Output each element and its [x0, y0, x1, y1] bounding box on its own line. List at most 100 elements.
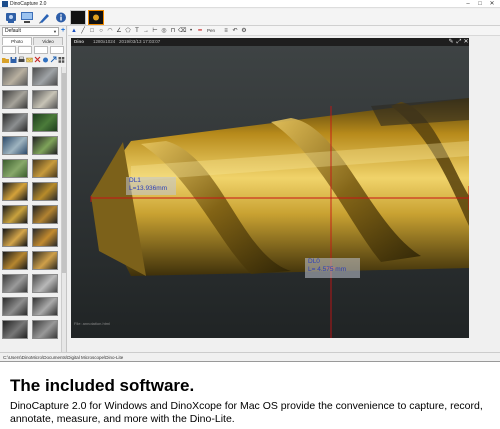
- measurement-label-dl1[interactable]: DL1 L=13.936mm: [126, 176, 170, 194]
- thumbnail-image: [33, 206, 57, 223]
- live-view-button[interactable]: [70, 10, 86, 25]
- measurement-name: DL1: [129, 177, 141, 184]
- circle-radius-tool-icon[interactable]: ◎: [160, 27, 168, 35]
- thumbnail-item[interactable]: [32, 251, 58, 270]
- thumbnail-item[interactable]: [32, 90, 58, 109]
- right-margin: [470, 37, 500, 353]
- tab-photo[interactable]: Photo: [2, 37, 32, 45]
- delete-icon[interactable]: [34, 56, 41, 64]
- brightness-tool-button[interactable]: [88, 10, 104, 25]
- image-caption: File: annotation.html: [74, 321, 111, 326]
- circle-tool-icon[interactable]: ○: [97, 27, 105, 35]
- angle-tool-icon[interactable]: ∠: [115, 27, 123, 35]
- text-tool-icon[interactable]: T: [133, 27, 141, 35]
- thumbnail-item[interactable]: [32, 205, 58, 224]
- open-icon[interactable]: [42, 56, 49, 64]
- eraser-tool-icon[interactable]: ⌫: [178, 27, 186, 35]
- filter-field[interactable]: [18, 46, 32, 54]
- timestamp-label: 2019/03/13 17:03:07: [119, 39, 161, 44]
- thumbnail-item[interactable]: [2, 159, 28, 178]
- caliper-tool-icon[interactable]: ⊓: [169, 27, 177, 35]
- thumbnail-image: [33, 68, 57, 85]
- thumbnail-item[interactable]: [32, 113, 58, 132]
- media-tabs: Photo Video: [2, 37, 65, 45]
- arrow-tool-icon[interactable]: →: [142, 27, 150, 35]
- email-icon[interactable]: [26, 56, 33, 64]
- camera-icon[interactable]: [4, 11, 18, 24]
- line-width-icon[interactable]: ≡: [222, 27, 230, 35]
- computer-icon[interactable]: [20, 11, 34, 24]
- ruler-tool-icon[interactable]: ⊢: [151, 27, 159, 35]
- thumbnail-item[interactable]: [2, 90, 28, 109]
- dot-tool-icon[interactable]: •: [187, 27, 195, 35]
- thumbnail-item[interactable]: [2, 228, 28, 247]
- thumbnail-item[interactable]: [2, 274, 28, 293]
- status-bar: C:\Users\DinoMicro\Documents\Digital Mic…: [0, 352, 500, 361]
- undo-icon[interactable]: ↶: [231, 27, 239, 35]
- thumbnail-item[interactable]: [2, 251, 28, 270]
- drill-bit-image[interactable]: DL1 L=13.936mm DL0 L= 4.575 mm: [71, 46, 469, 338]
- info-icon[interactable]: [54, 11, 68, 24]
- thumbnail-item[interactable]: [32, 297, 58, 316]
- app-window: DinoCapture 2.0 – □ ✕ Default ▼ + Photo …: [0, 0, 500, 362]
- measurement-label-dl0[interactable]: DL0 L= 4.575 mm: [305, 257, 349, 275]
- color-tool-icon[interactable]: ━: [196, 27, 204, 35]
- annotation-toolbar: ▲ ╱ □ ○ ◠ ∠ ⬠ T → ⊢ ◎ ⊓ ⌫ • ━ Pen ≡ ↶ ⚙: [68, 26, 500, 36]
- thumbnail-scrollbar[interactable]: [61, 67, 66, 361]
- grid-icon[interactable]: [58, 56, 65, 64]
- thumbnail-item[interactable]: [2, 67, 28, 86]
- image-viewer[interactable]: Dino 1280x1024 2019/03/13 17:03:07 ✎ ⤢ ✕: [71, 38, 469, 338]
- maximize-button[interactable]: □: [474, 0, 486, 8]
- thumbnail-item[interactable]: [32, 67, 58, 86]
- thumbnail-item[interactable]: [2, 297, 28, 316]
- thumbnail-item[interactable]: [32, 274, 58, 293]
- line-tool-icon[interactable]: ╱: [79, 27, 87, 35]
- thumbnail-image: [3, 183, 27, 200]
- rectangle-tool-icon[interactable]: □: [88, 27, 96, 35]
- main-toolbar: [0, 9, 500, 26]
- thumbnail-item[interactable]: [32, 182, 58, 201]
- thumbnail-image: [33, 275, 57, 292]
- thumbnail-image: [3, 68, 27, 85]
- thumbnail-image: [3, 160, 27, 177]
- add-profile-button[interactable]: +: [60, 27, 66, 36]
- thumbnail-item[interactable]: [32, 320, 58, 339]
- polygon-tool-icon[interactable]: ⬠: [124, 27, 132, 35]
- thumbnail-item[interactable]: [2, 182, 28, 201]
- select-tool-icon[interactable]: ▲: [70, 27, 78, 35]
- thumbnail-image: [3, 252, 27, 269]
- close-view-icon[interactable]: ✕: [463, 39, 469, 45]
- file-browser-panel: Default ▼ + Photo Video: [0, 26, 67, 361]
- pen-icon[interactable]: [37, 11, 51, 24]
- filter-field[interactable]: [34, 46, 48, 54]
- thumbnail-item[interactable]: [32, 136, 58, 155]
- profile-select[interactable]: Default ▼: [2, 27, 59, 36]
- thumbnail-image: [3, 114, 27, 131]
- app-icon: [2, 1, 8, 7]
- arc-tool-icon[interactable]: ◠: [106, 27, 114, 35]
- file-tools: [2, 55, 65, 65]
- scrollbar-thumb[interactable]: [62, 73, 66, 273]
- measurement-value: L= 4.575 mm: [308, 266, 347, 273]
- tab-video[interactable]: Video: [33, 37, 63, 45]
- thumbnail-item[interactable]: [2, 320, 28, 339]
- close-button[interactable]: ✕: [486, 0, 498, 8]
- print-icon[interactable]: [18, 56, 25, 64]
- measurement-name: DL0: [308, 258, 320, 265]
- thumbnail-item[interactable]: [2, 136, 28, 155]
- thumbnail-item[interactable]: [2, 113, 28, 132]
- filter-field[interactable]: [2, 46, 16, 54]
- thumbnail-image: [33, 183, 57, 200]
- tools-icon[interactable]: ✎: [448, 39, 454, 45]
- thumbnail-item[interactable]: [32, 228, 58, 247]
- save-icon[interactable]: [10, 56, 17, 64]
- resolution-label: 1280x1024: [93, 39, 116, 44]
- fullscreen-icon[interactable]: ⤢: [456, 39, 462, 45]
- export-icon[interactable]: [50, 56, 57, 64]
- settings-icon[interactable]: ⚙: [240, 27, 248, 35]
- thumbnail-item[interactable]: [2, 205, 28, 224]
- search-field[interactable]: [50, 46, 64, 54]
- folder-icon[interactable]: [2, 56, 9, 64]
- thumbnail-item[interactable]: [32, 159, 58, 178]
- minimize-button[interactable]: –: [462, 0, 474, 8]
